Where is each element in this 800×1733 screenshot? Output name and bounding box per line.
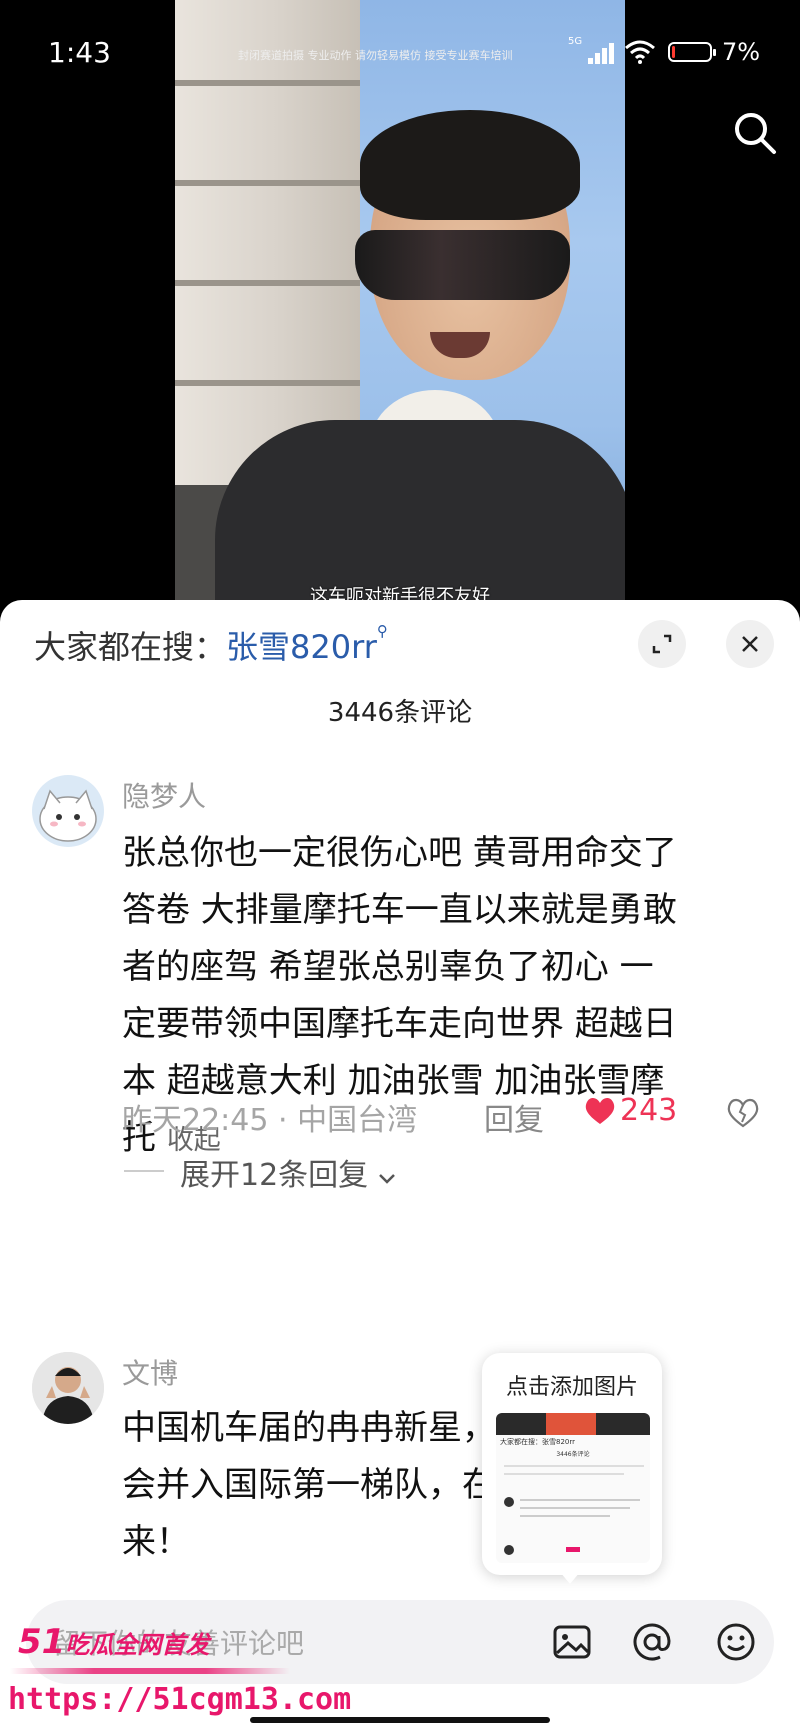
- comment-count: 3446条评论: [327, 698, 473, 728]
- avatar[interactable]: [32, 1352, 104, 1424]
- expand-divider: [124, 1170, 164, 1172]
- hot-search-term[interactable]: 张雪820rr: [226, 628, 377, 666]
- signal-icon: 5G: [568, 36, 614, 64]
- watermark-url: https://51cgm13.com: [8, 1682, 352, 1717]
- tooltip-arrow: [560, 1572, 580, 1584]
- video-ticker: 封闭赛道拍摄 专业动作 请勿轻易模仿 接受专业赛车培训: [238, 49, 513, 62]
- close-sheet-button[interactable]: [726, 620, 774, 668]
- expand-sheet-button[interactable]: [638, 620, 686, 668]
- close-icon: [742, 636, 758, 652]
- tooltip-title: 点击添加图片: [505, 1375, 638, 1400]
- comment-line: 张总你也一定很伤心吧 黄哥用命交了: [122, 833, 677, 873]
- avatar[interactable]: [32, 775, 104, 847]
- thumb-count: 3446条评论: [556, 1451, 590, 1458]
- watermark-number: 51: [18, 1622, 66, 1662]
- comment-author[interactable]: 文博: [122, 1352, 178, 1392]
- hot-search-label: 大家都在搜：: [34, 628, 227, 666]
- video-jacket: [215, 420, 625, 605]
- comment-sheet: 大家都在搜：张雪820rr⚲ 3446条评论 隐梦人 张总你也一定很伤心吧 黄哥…: [0, 600, 800, 1733]
- search-small-icon: ⚲: [376, 622, 388, 640]
- expand-replies-button[interactable]: 展开12条回复: [180, 1150, 396, 1194]
- heart-icon: [585, 1097, 615, 1124]
- reply-button[interactable]: 回复: [484, 1095, 544, 1139]
- screenshot-thumbnail[interactable]: 大家都在搜：张雪820rr 3446条评论: [496, 1413, 650, 1563]
- home-indicator[interactable]: [250, 1717, 550, 1723]
- like-count: 243: [620, 1093, 678, 1128]
- thumb-header: 大家都在搜：张雪820rr: [500, 1438, 575, 1446]
- expand-replies-label: 展开12条回复: [180, 1158, 369, 1193]
- comment-line: 答卷 大排量摩托车一直以来就是勇敢: [122, 890, 677, 930]
- like-button[interactable]: 243: [584, 1093, 677, 1128]
- comment-line: 定要带领中国摩托车走向世界 超越日: [122, 1004, 677, 1044]
- comment-line: 者的座驾 希望张总别辜负了初心 一: [122, 947, 654, 987]
- add-image-tooltip[interactable]: 点击添加图片 大家都在搜：张雪820rr 3446条评论: [482, 1353, 662, 1575]
- chevron-down-icon: [378, 1174, 395, 1184]
- expand-icon: [652, 634, 672, 654]
- watermark-tagline: 吃瓜全网首发: [65, 1631, 210, 1659]
- emoji-icon[interactable]: [714, 1620, 758, 1664]
- image-icon[interactable]: [550, 1620, 594, 1664]
- battery-icon: [668, 42, 716, 62]
- hot-search-bar[interactable]: 大家都在搜：张雪820rr⚲: [34, 622, 388, 668]
- network-type: 5G: [568, 36, 583, 47]
- battery-percent: 7%: [722, 38, 761, 66]
- search-icon[interactable]: [732, 110, 778, 156]
- comment-author[interactable]: 隐梦人: [122, 775, 206, 815]
- dislike-icon[interactable]: [726, 1098, 760, 1128]
- watermark-swish: [10, 1668, 290, 1674]
- status-time: 1:43: [48, 36, 111, 69]
- wifi-icon: [625, 40, 655, 64]
- video-person: [345, 110, 585, 420]
- status-bar: 1:43 封闭赛道拍摄 专业动作 请勿轻易模仿 接受专业赛车培训 5G 7%: [0, 0, 800, 100]
- comment-meta: 昨天22:45 · 中国台湾: [122, 1103, 418, 1138]
- watermark-logo: 51吃瓜全网首发: [18, 1622, 209, 1662]
- mention-icon[interactable]: [630, 1620, 674, 1664]
